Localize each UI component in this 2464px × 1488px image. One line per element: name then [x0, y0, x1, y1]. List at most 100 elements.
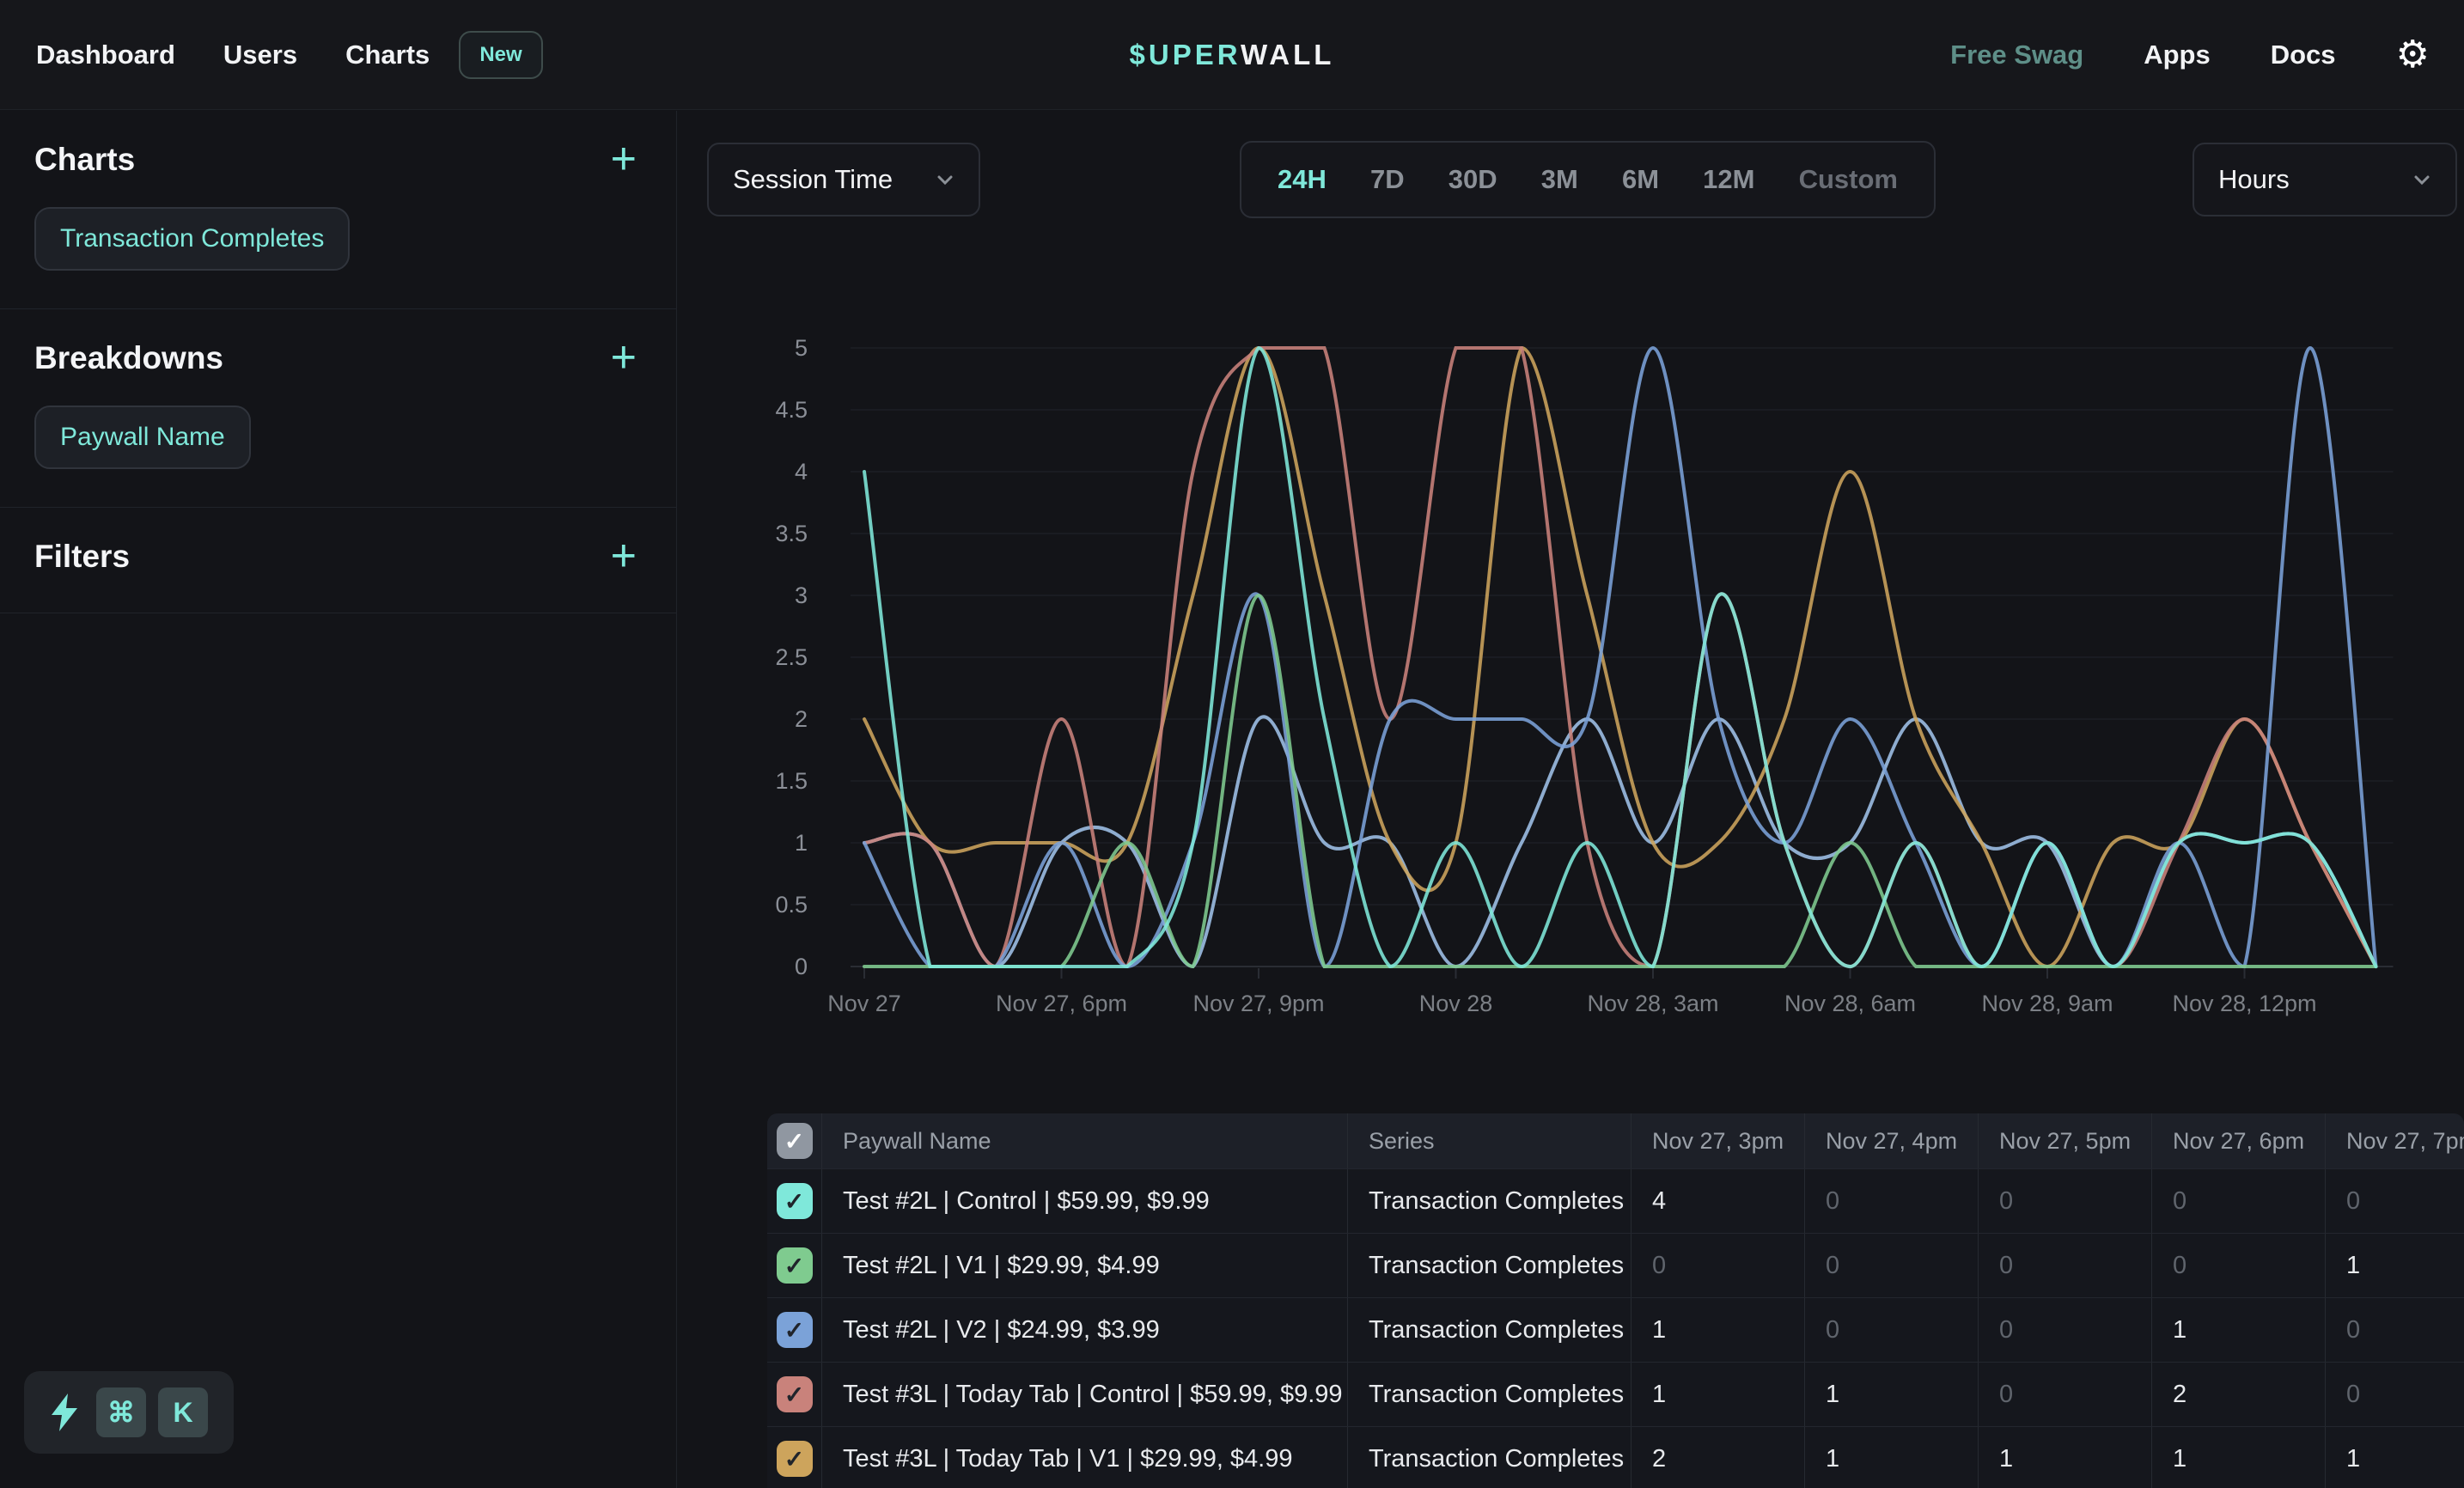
- table-row: ✓Test #3L | Today Tab | Control | $59.99…: [767, 1362, 2464, 1426]
- sidebar-section-charts: Charts + Transaction Completes: [0, 111, 676, 309]
- value-cell: 0: [1805, 1298, 1979, 1362]
- value-cell: 1: [2326, 1234, 2464, 1297]
- row-checkbox[interactable]: ✓: [777, 1312, 813, 1348]
- svg-text:2: 2: [795, 706, 808, 732]
- nav-right-items: Free Swag Apps Docs: [1950, 40, 2335, 70]
- table-row: ✓Test #2L | Control | $59.99, $9.99Trans…: [767, 1168, 2464, 1233]
- interval-select[interactable]: Hours: [2193, 143, 2457, 216]
- table-header-hour-4: Nov 27, 6pm: [2152, 1113, 2326, 1168]
- value-cell: 1: [1805, 1427, 1979, 1488]
- breakdown-table: ✓Paywall NameSeriesNov 27, 3pmNov 27, 4p…: [767, 1113, 2464, 1488]
- nav-left: DashboardUsersChartsNew: [0, 31, 543, 79]
- table-header-paywall-name: Paywall Name: [822, 1113, 1348, 1168]
- table-header-hour-3: Nov 27, 5pm: [1979, 1113, 2152, 1168]
- chart-svg: 00.511.522.533.544.55Nov 27Nov 27, 6pmNo…: [756, 326, 2397, 1031]
- value-cell: 1: [1631, 1363, 1805, 1426]
- range-tab-30d[interactable]: 30D: [1449, 164, 1497, 195]
- row-checkbox[interactable]: ✓: [777, 1247, 813, 1284]
- series-cell: Transaction Completes: [1348, 1363, 1631, 1426]
- series-cell: Transaction Completes: [1348, 1234, 1631, 1297]
- svg-text:4: 4: [795, 459, 808, 485]
- nav-item-apps[interactable]: Apps: [2144, 40, 2211, 70]
- table-header-series: Series: [1348, 1113, 1631, 1168]
- value-cell: 0: [1979, 1234, 2152, 1297]
- value-cell: 2: [1631, 1427, 1805, 1488]
- row-checkbox[interactable]: ✓: [777, 1183, 813, 1219]
- svg-text:3.5: 3.5: [775, 521, 808, 546]
- range-tab-3m[interactable]: 3M: [1541, 164, 1578, 195]
- row-checkbox[interactable]: ✓: [777, 1376, 813, 1412]
- row-checkbox-cell: ✓: [767, 1363, 822, 1426]
- chip-transaction-completes[interactable]: Transaction Completes: [34, 207, 350, 271]
- value-cell: 0: [1979, 1363, 2152, 1426]
- select-all-checkbox[interactable]: ✓: [777, 1123, 813, 1159]
- svg-text:Nov 27: Nov 27: [827, 991, 901, 1016]
- nav-item-dashboard[interactable]: Dashboard: [36, 40, 175, 70]
- top-nav: DashboardUsersChartsNew $UPERWALL Free S…: [0, 0, 2464, 110]
- row-checkbox[interactable]: ✓: [777, 1441, 813, 1477]
- add-charts-button[interactable]: +: [606, 142, 642, 178]
- nav-item-docs[interactable]: Docs: [2271, 40, 2336, 70]
- value-cell: 0: [1631, 1234, 1805, 1297]
- range-tab-7d[interactable]: 7D: [1370, 164, 1405, 195]
- range-tab-6m[interactable]: 6M: [1622, 164, 1659, 195]
- range-tab-12m[interactable]: 12M: [1703, 164, 1754, 195]
- nav-right: Free Swag Apps Docs ⚙: [1950, 36, 2430, 74]
- svg-text:Nov 28, 3am: Nov 28, 3am: [1587, 991, 1718, 1016]
- value-cell: 0: [1979, 1169, 2152, 1233]
- svg-text:1.5: 1.5: [775, 768, 808, 794]
- value-cell: 4: [1631, 1169, 1805, 1233]
- add-filters-button[interactable]: +: [606, 539, 642, 575]
- paywall-name-cell: Test #2L | Control | $59.99, $9.99: [822, 1169, 1348, 1233]
- metric-select[interactable]: Session Time: [707, 143, 980, 216]
- keycap-k: K: [158, 1387, 208, 1437]
- chart-series-line: [864, 717, 2376, 967]
- nav-item-charts[interactable]: Charts: [345, 40, 430, 70]
- value-cell: 1: [2152, 1427, 2326, 1488]
- superwall-logo: $UPERWALL: [1130, 39, 1335, 71]
- chip-paywall-name[interactable]: Paywall Name: [34, 406, 251, 469]
- value-cell: 0: [2326, 1298, 2464, 1362]
- nav-item-free-swag[interactable]: Free Swag: [1950, 40, 2083, 70]
- value-cell: 0: [2152, 1169, 2326, 1233]
- value-cell: 1: [1979, 1427, 2152, 1488]
- sidebar: Charts+Transaction CompletesBreakdowns+P…: [0, 111, 677, 1488]
- value-cell: 0: [2152, 1234, 2326, 1297]
- svg-text:Nov 27, 6pm: Nov 27, 6pm: [996, 991, 1127, 1016]
- range-tab-custom[interactable]: Custom: [1799, 164, 1898, 195]
- svg-text:3: 3: [795, 582, 808, 608]
- value-cell: 0: [1979, 1298, 2152, 1362]
- value-cell: 0: [2326, 1363, 2464, 1426]
- command-palette-shortcut[interactable]: ⌘K: [24, 1371, 234, 1454]
- range-tab-24h[interactable]: 24H: [1278, 164, 1327, 195]
- sidebar-section-title: Filters: [34, 539, 130, 575]
- paywall-name-cell: Test #3L | Today Tab | V1 | $29.99, $4.9…: [822, 1427, 1348, 1488]
- gear-icon[interactable]: ⚙: [2396, 36, 2430, 74]
- row-checkbox-cell: ✓: [767, 1234, 822, 1297]
- table-row: ✓Test #2L | V2 | $24.99, $3.99Transactio…: [767, 1297, 2464, 1362]
- interval-select-value: Hours: [2218, 164, 2290, 195]
- svg-text:0: 0: [795, 954, 808, 979]
- sidebar-section-title: Charts: [34, 142, 135, 178]
- svg-text:2.5: 2.5: [775, 644, 808, 670]
- chevron-down-icon: [2412, 170, 2431, 189]
- series-cell: Transaction Completes: [1348, 1427, 1631, 1488]
- nav-item-users[interactable]: Users: [223, 40, 297, 70]
- svg-text:Nov 28, 9am: Nov 28, 9am: [1981, 991, 2113, 1016]
- value-cell: 0: [2326, 1169, 2464, 1233]
- metric-select-value: Session Time: [733, 164, 893, 195]
- row-checkbox-cell: ✓: [767, 1427, 822, 1488]
- sidebar-section-filters: Filters +: [0, 508, 676, 613]
- paywall-name-cell: Test #2L | V1 | $29.99, $4.99: [822, 1234, 1348, 1297]
- table-header-hour-5: Nov 27, 7pm: [2326, 1113, 2464, 1168]
- add-breakdowns-button[interactable]: +: [606, 340, 642, 376]
- series-cell: Transaction Completes: [1348, 1169, 1631, 1233]
- table-header-hour-1: Nov 27, 3pm: [1631, 1113, 1805, 1168]
- line-chart: 00.511.522.533.544.55Nov 27Nov 27, 6pmNo…: [756, 326, 2397, 1031]
- table-header-checkbox-cell: ✓: [767, 1113, 822, 1168]
- table-header-hour-2: Nov 27, 4pm: [1805, 1113, 1979, 1168]
- svg-text:5: 5: [795, 335, 808, 361]
- time-range-tabs: 24H 7D 30D 3M 6M 12M Custom: [1240, 141, 1936, 218]
- logo-accent: $UPER: [1130, 39, 1241, 70]
- svg-text:4.5: 4.5: [775, 397, 808, 423]
